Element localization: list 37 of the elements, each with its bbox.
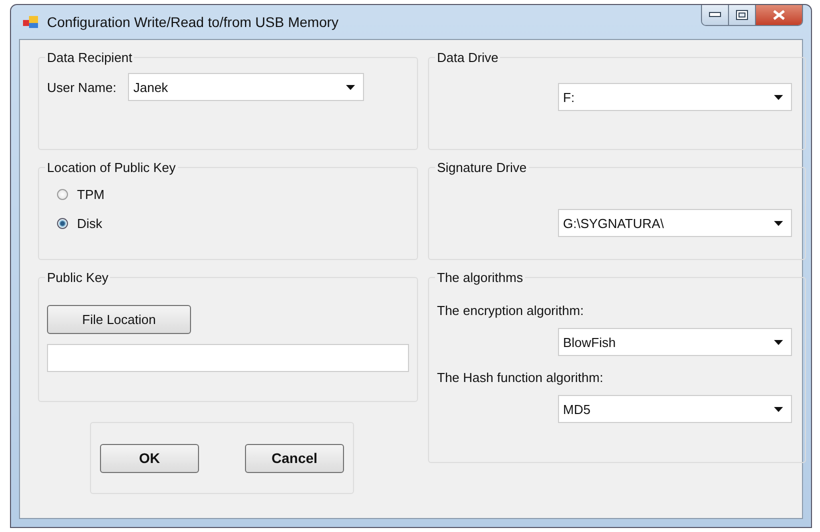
dropdown[interactable]: Janek — [128, 73, 364, 101]
maximize-icon — [736, 10, 748, 20]
dropdown[interactable]: MD5 — [558, 395, 792, 423]
radio-button[interactable] — [57, 218, 68, 229]
group-title: Data Drive — [436, 50, 500, 65]
radio-button[interactable] — [57, 189, 68, 200]
close-button[interactable] — [756, 5, 802, 25]
radio-option[interactable]: Disk — [57, 216, 409, 231]
group-title: Data Recipient — [46, 50, 134, 65]
caret-icon — [774, 220, 783, 226]
caret-icon — [346, 84, 356, 90]
group-title: The algorithms — [436, 270, 524, 285]
caret-icon — [774, 340, 783, 344]
field-label: The Hash function algorithm: — [437, 370, 604, 385]
dropdown[interactable]: F: — [558, 83, 792, 111]
dialog-button[interactable]: Cancel — [245, 444, 344, 472]
dialog-button[interactable]: OK — [100, 444, 199, 472]
option-label: Disk — [77, 216, 102, 231]
field-label: User Name: — [47, 80, 116, 94]
minimize-button[interactable] — [702, 5, 729, 25]
group-title: Location of Public Key — [46, 160, 177, 175]
app-icon — [23, 15, 39, 29]
close-icon — [773, 10, 785, 20]
maximize-button[interactable] — [729, 5, 756, 25]
radio-option[interactable]: TPM — [57, 187, 409, 202]
option-label: TPM — [77, 187, 104, 202]
group-title: Public Key — [46, 270, 110, 285]
window-title: Configuration Write/Read to/from USB Memory — [47, 14, 339, 30]
input-field[interactable] — [47, 344, 409, 372]
caret-icon — [774, 406, 783, 412]
group-title: Signature Drive — [436, 160, 528, 175]
minimize-icon — [709, 12, 721, 18]
caret-icon — [774, 94, 783, 100]
field-label: The encryption algorithm: — [437, 303, 585, 318]
dropdown[interactable]: BlowFish — [558, 328, 792, 356]
dropdown[interactable]: G:\SYGNATURA\ — [558, 209, 792, 237]
file-location-button[interactable]: File Location — [47, 305, 191, 334]
